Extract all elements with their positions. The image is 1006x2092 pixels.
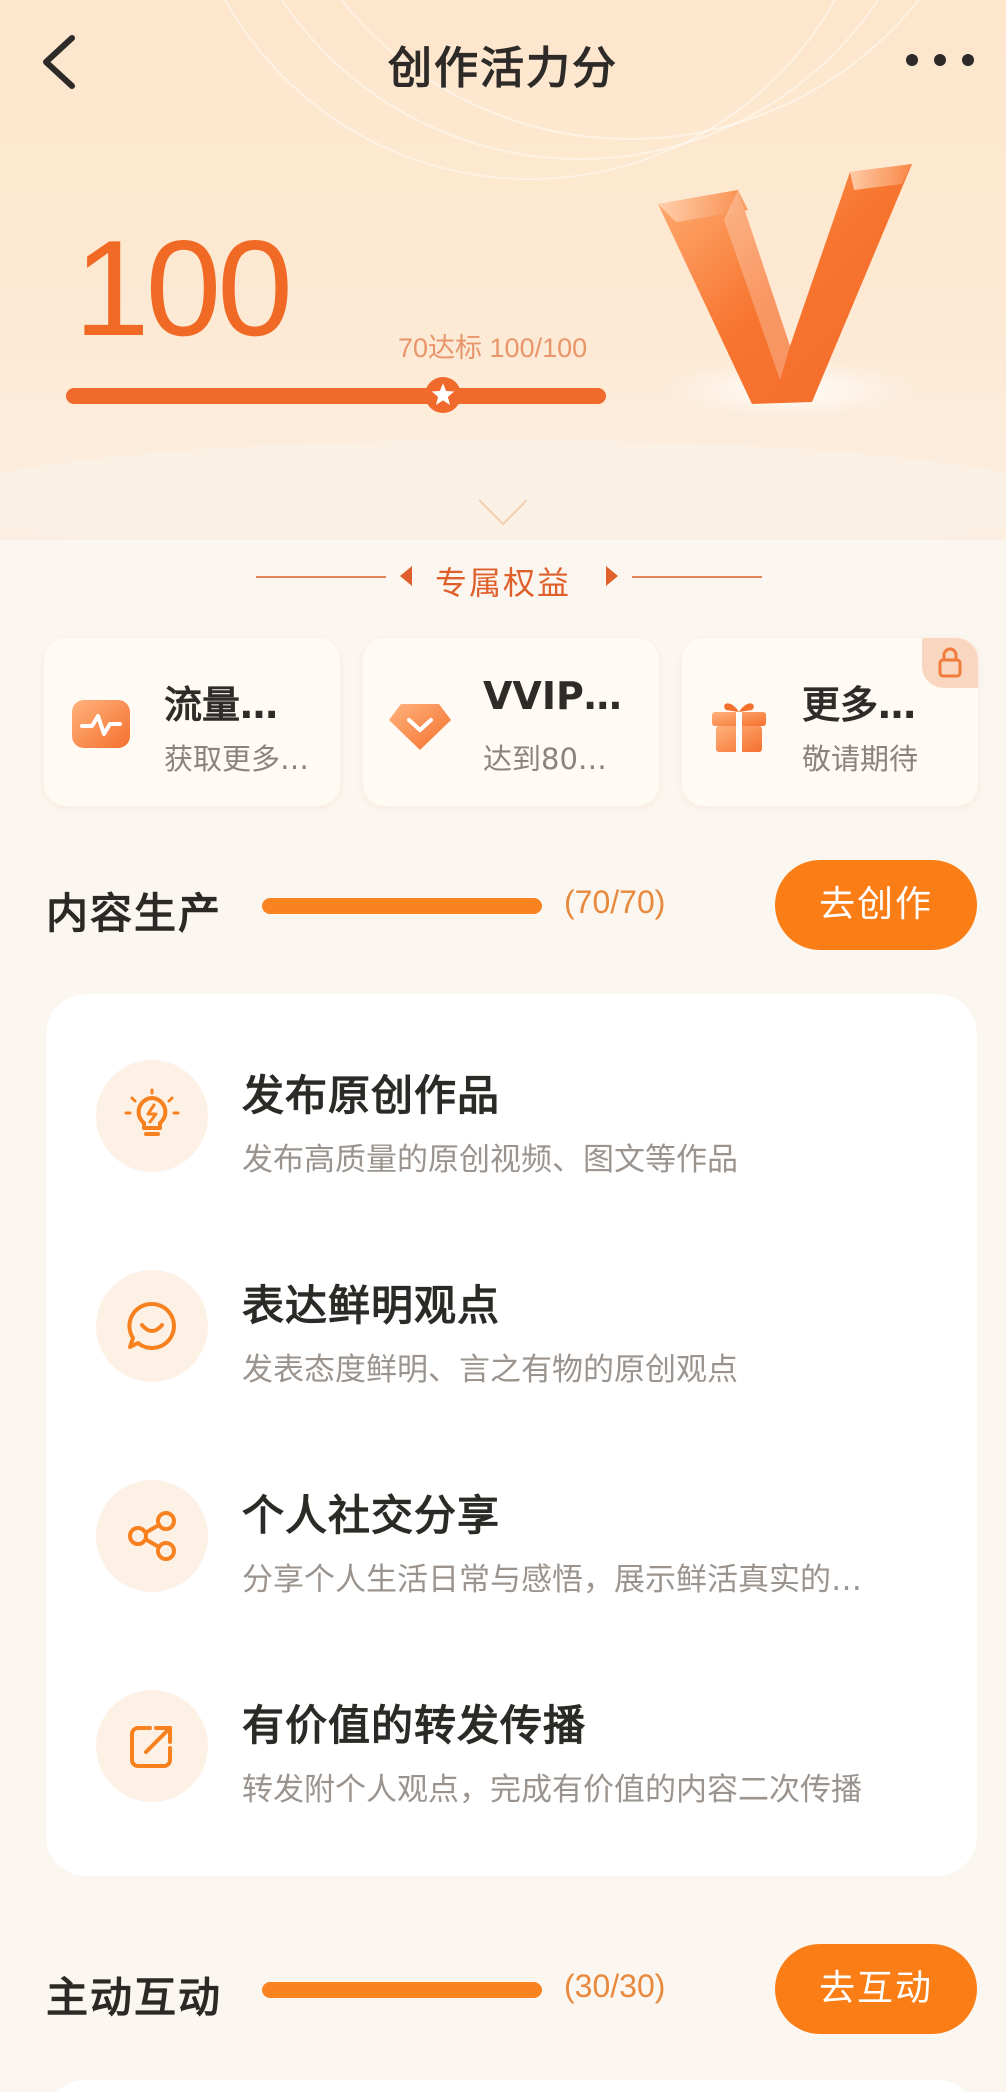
benefit-card-more[interactable]: 更多… 敬请期待 bbox=[682, 638, 978, 806]
task-item-express-opinion[interactable]: 表达鲜明观点 发表态度鲜明、言之有物的原创观点 bbox=[46, 1256, 977, 1396]
section-progress-bar bbox=[262, 898, 542, 914]
gift-icon bbox=[712, 703, 766, 752]
benefits-divider-right bbox=[632, 576, 762, 578]
lock-badge bbox=[922, 638, 978, 688]
benefit-card-traffic[interactable]: 流量… 获取更多… bbox=[44, 638, 340, 806]
top-bar: 创作活力分 bbox=[0, 0, 1006, 120]
lock-icon bbox=[938, 647, 962, 678]
task-title: 个人社交分享 bbox=[242, 1491, 501, 1540]
benefit-subtitle: 达到80… bbox=[483, 742, 607, 776]
section-progress-bar bbox=[262, 1982, 542, 1998]
task-description: 发表态度鲜明、言之有物的原创观点 bbox=[242, 1352, 738, 1388]
task-icon-bg bbox=[96, 1270, 208, 1382]
go-create-button[interactable]: 去创作 bbox=[775, 860, 977, 950]
section-progress-fill bbox=[262, 898, 542, 914]
task-icon-bg bbox=[96, 1480, 208, 1592]
section-progress-count: (70/70) bbox=[564, 884, 666, 920]
diamond-icon bbox=[389, 704, 451, 750]
benefit-title: VVIP… bbox=[483, 674, 622, 718]
task-icon-bg bbox=[96, 1690, 208, 1802]
task-title: 表达鲜明观点 bbox=[242, 1281, 501, 1330]
task-description: 转发附个人观点，完成有价值的内容二次传播 bbox=[242, 1772, 862, 1808]
section-progress-count: (30/30) bbox=[564, 1968, 666, 2004]
score-note: 70达标 100/100 bbox=[398, 333, 588, 363]
section-title: 主动互动 bbox=[46, 1973, 223, 2022]
benefit-title: 更多… bbox=[802, 683, 917, 727]
benefit-title: 流量… bbox=[164, 683, 279, 727]
star-icon bbox=[425, 377, 461, 413]
benefit-subtitle: 敬请期待 bbox=[802, 742, 919, 776]
section-title: 内容生产 bbox=[46, 889, 223, 938]
task-title: 有价值的转发传播 bbox=[242, 1701, 587, 1750]
go-interact-button[interactable]: 去互动 bbox=[775, 1944, 977, 2034]
benefits-title: 专属权益 bbox=[434, 564, 571, 602]
benefit-subtitle: 获取更多… bbox=[164, 742, 310, 776]
score-progress-bar bbox=[66, 388, 606, 404]
section-active-interaction: 主动互动 (30/30) 去互动 bbox=[0, 1944, 1006, 2034]
task-item-valuable-forward[interactable]: 有价值的转发传播 转发附个人观点，完成有价值的内容二次传播 bbox=[46, 1676, 977, 1816]
forward-icon bbox=[130, 1726, 172, 1768]
benefit-card-vvip[interactable]: VVIP… 达到80… bbox=[363, 638, 659, 806]
traffic-pulse-icon bbox=[72, 700, 130, 748]
section-progress-fill bbox=[262, 1982, 542, 1998]
task-item-social-share[interactable]: 个人社交分享 分享个人生活日常与感悟，展示鲜活真实的… bbox=[46, 1466, 977, 1606]
task-item-original-work[interactable]: 发布原创作品 发布高质量的原创视频、图文等作品 bbox=[46, 1046, 977, 1186]
more-options-icon[interactable] bbox=[902, 40, 978, 80]
share-icon bbox=[128, 1511, 176, 1561]
page-title: 创作活力分 bbox=[388, 43, 618, 94]
task-list-card-partial bbox=[46, 2080, 977, 2092]
task-description: 发布高质量的原创视频、图文等作品 bbox=[242, 1142, 738, 1178]
section-content-production: 内容生产 (70/70) 去创作 bbox=[0, 860, 1006, 950]
task-title: 发布原创作品 bbox=[242, 1071, 501, 1120]
task-icon-bg bbox=[96, 1060, 208, 1172]
lightbulb-icon bbox=[124, 1088, 180, 1136]
task-list-card: 发布原创作品 发布高质量的原创视频、图文等作品 表达鲜明观点 发表态度鲜明、言之… bbox=[46, 994, 977, 1876]
task-description: 分享个人生活日常与感悟，展示鲜活真实的… bbox=[242, 1562, 862, 1598]
section-notch bbox=[479, 499, 527, 526]
v-badge-logo bbox=[658, 164, 912, 404]
smile-bubble-icon bbox=[127, 1301, 176, 1350]
arrow-right-icon bbox=[606, 566, 618, 586]
score-value: 100 bbox=[74, 212, 293, 364]
